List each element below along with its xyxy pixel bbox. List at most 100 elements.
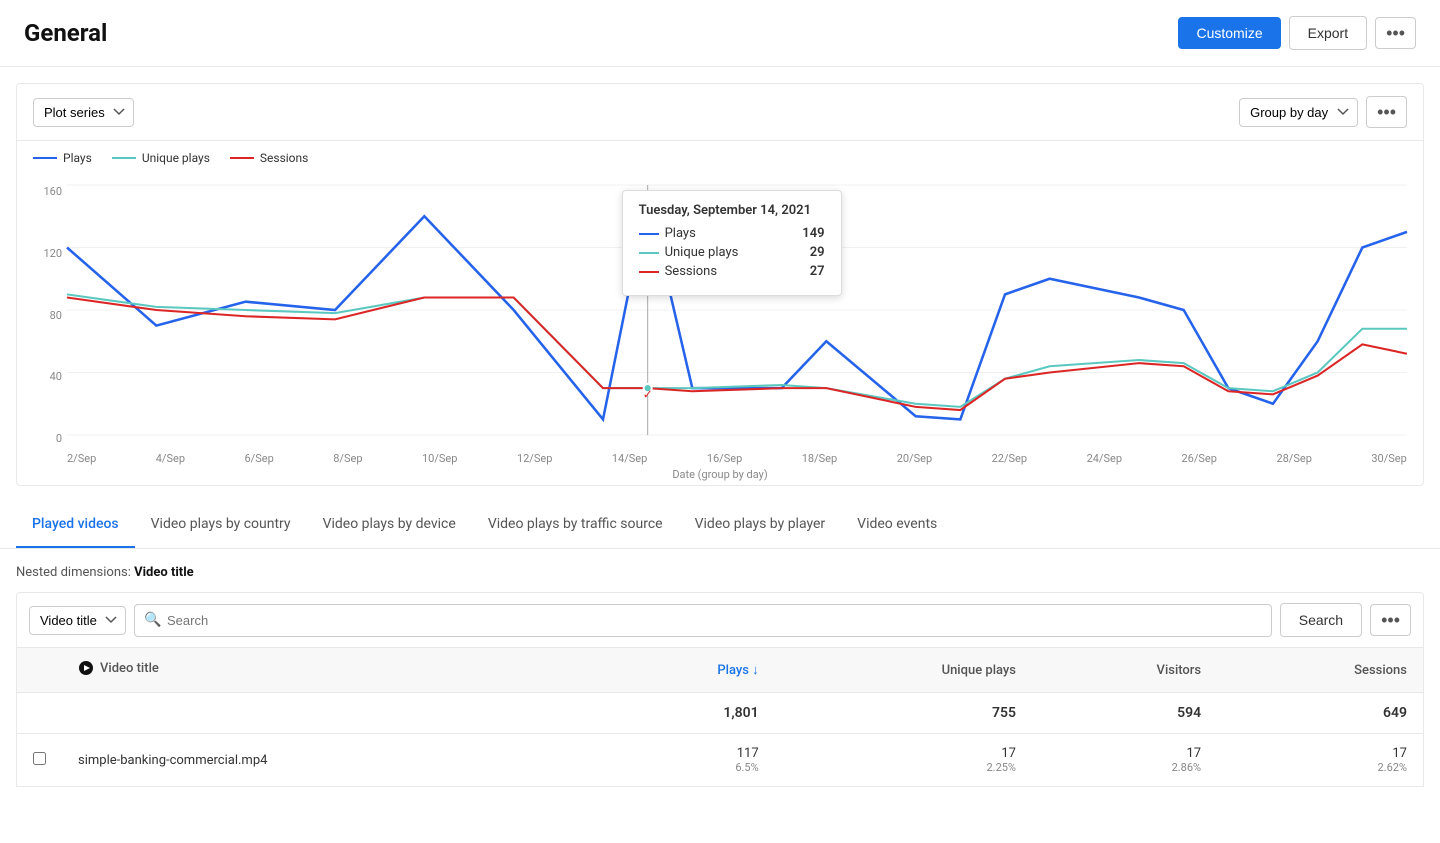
- row-plays: 117 6.5%: [597, 734, 774, 787]
- tooltip-sessions-value: 27: [810, 264, 825, 279]
- table-controls: Video title 🔍 Search •••: [16, 592, 1424, 647]
- chart-toolbar-left: Plot series: [33, 98, 134, 127]
- row-title: simple-banking-commercial.mp4: [62, 734, 597, 787]
- legend-unique-plays-line: [112, 157, 136, 159]
- tab-events[interactable]: Video events: [841, 502, 953, 548]
- x-label-14sep: 14/Sep: [612, 452, 647, 465]
- group-by-select[interactable]: Group by day: [1239, 98, 1358, 127]
- x-label-4sep: 4/Sep: [156, 452, 185, 465]
- sessions-line: [67, 298, 1407, 411]
- row-checkbox[interactable]: [33, 752, 46, 765]
- tabs: Played videos Video plays by country Vid…: [16, 502, 1424, 548]
- x-label-12sep: 12/Sep: [517, 452, 552, 465]
- export-button[interactable]: Export: [1289, 16, 1367, 50]
- y-label-160: 160: [27, 185, 62, 198]
- tab-by-traffic[interactable]: Video plays by traffic source: [472, 502, 679, 548]
- col-checkbox: [17, 648, 63, 693]
- tooltip-plays-value: 149: [802, 226, 824, 241]
- tooltip-row-plays: Plays 149: [639, 226, 825, 241]
- tab-by-player[interactable]: Video plays by player: [679, 502, 842, 548]
- y-axis-labels: 0 40 80 120 160: [27, 185, 62, 445]
- page-title: General: [24, 19, 107, 47]
- x-label-2sep: 2/Sep: [67, 452, 96, 465]
- table-section: Nested dimensions: Video title Video tit…: [16, 565, 1424, 787]
- nested-dims-value: Video title: [134, 565, 194, 580]
- search-button[interactable]: Search: [1280, 603, 1362, 637]
- chart-tooltip: Tuesday, September 14, 2021 Plays 149 Un…: [622, 190, 842, 296]
- table-more-button[interactable]: •••: [1370, 604, 1411, 636]
- y-label-120: 120: [27, 247, 62, 260]
- x-label-10sep: 10/Sep: [422, 452, 457, 465]
- table-total-row: 1,801 755 594 649: [17, 693, 1424, 734]
- total-title-cell: [62, 693, 597, 734]
- y-label-80: 80: [27, 309, 62, 322]
- row-plays-value: 117: [737, 746, 759, 761]
- chart-legend: Plays Unique plays Sessions: [17, 141, 1423, 175]
- legend-sessions-line: [230, 157, 254, 159]
- chart-toolbar: Plot series Group by day •••: [17, 84, 1423, 141]
- x-label-22sep: 22/Sep: [992, 452, 1027, 465]
- tooltip-row-unique: Unique plays 29: [639, 245, 825, 260]
- chart-toolbar-right: Group by day •••: [1239, 96, 1407, 128]
- row-sessions-pct: 2.62%: [1233, 761, 1407, 774]
- tooltip-plays-text: Plays: [665, 226, 696, 241]
- row-checkbox-cell[interactable]: [17, 734, 63, 787]
- chart-more-button[interactable]: •••: [1366, 96, 1407, 128]
- x-label-20sep: 20/Sep: [897, 452, 932, 465]
- tooltip-label-unique: Unique plays: [639, 245, 739, 260]
- legend-plays-label: Plays: [63, 151, 92, 165]
- table-header-row: Video title Plays ↓ Unique plays Visitor…: [17, 648, 1424, 693]
- x-axis-title: Date (group by day): [17, 468, 1423, 481]
- x-label-8sep: 8/Sep: [333, 452, 362, 465]
- x-label-30sep: 30/Sep: [1371, 452, 1406, 465]
- tooltip-line-unique: [639, 252, 659, 254]
- y-label-40: 40: [27, 370, 62, 383]
- row-sessions: 17 2.62%: [1217, 734, 1423, 787]
- plot-series-select[interactable]: Plot series: [33, 98, 134, 127]
- col-unique-plays: Unique plays: [775, 648, 1032, 693]
- row-visitors-pct: 2.86%: [1048, 761, 1201, 774]
- legend-plays: Plays: [33, 151, 92, 165]
- customize-button[interactable]: Customize: [1178, 17, 1280, 49]
- nested-dims: Nested dimensions: Video title: [16, 565, 1424, 580]
- tooltip-unique-text: Unique plays: [665, 245, 739, 260]
- play-icon: [78, 660, 94, 676]
- tooltip-row-sessions: Sessions 27: [639, 264, 825, 279]
- total-visitors: 594: [1032, 693, 1217, 734]
- tooltip-date: Tuesday, September 14, 2021: [639, 203, 825, 218]
- x-label-26sep: 26/Sep: [1182, 452, 1217, 465]
- tooltip-check: ✓: [643, 388, 653, 402]
- header-more-button[interactable]: •••: [1375, 17, 1416, 49]
- row-plays-pct: 6.5%: [613, 761, 758, 774]
- col-plays[interactable]: Plays ↓: [597, 648, 774, 693]
- dimension-select[interactable]: Video title: [29, 606, 126, 635]
- tooltip-unique-value: 29: [810, 245, 825, 260]
- chart-section: Plot series Group by day ••• Plays Uniqu…: [16, 83, 1424, 486]
- x-label-24sep: 24/Sep: [1087, 452, 1122, 465]
- legend-sessions: Sessions: [230, 151, 308, 165]
- x-label-28sep: 28/Sep: [1276, 452, 1311, 465]
- legend-plays-line: [33, 157, 57, 159]
- row-unique-plays-pct: 2.25%: [791, 761, 1016, 774]
- row-unique-plays-value: 17: [1001, 746, 1016, 761]
- tabs-section: Played videos Video plays by country Vid…: [0, 502, 1440, 549]
- tooltip-sessions-text: Sessions: [665, 264, 718, 279]
- tab-by-country[interactable]: Video plays by country: [135, 502, 307, 548]
- search-icon: 🔍: [144, 612, 161, 628]
- chart-area: 0 40 80 120 160: [17, 175, 1423, 485]
- total-checkbox-cell: [17, 693, 63, 734]
- table-row: simple-banking-commercial.mp4 117 6.5% 1…: [17, 734, 1424, 787]
- search-input[interactable]: [134, 604, 1272, 637]
- data-table: Video title Plays ↓ Unique plays Visitor…: [16, 647, 1424, 787]
- y-label-0: 0: [27, 432, 62, 445]
- tab-played-videos[interactable]: Played videos: [16, 502, 135, 548]
- tooltip-line-sessions: [639, 271, 659, 273]
- col-video-title: Video title: [62, 648, 597, 693]
- col-plays-label: Plays: [717, 663, 749, 678]
- total-plays: 1,801: [597, 693, 774, 734]
- tab-by-device[interactable]: Video plays by device: [307, 502, 472, 548]
- legend-unique-plays-label: Unique plays: [142, 151, 210, 165]
- total-sessions: 649: [1217, 693, 1423, 734]
- legend-sessions-label: Sessions: [260, 151, 308, 165]
- tooltip-line-plays: [639, 233, 659, 235]
